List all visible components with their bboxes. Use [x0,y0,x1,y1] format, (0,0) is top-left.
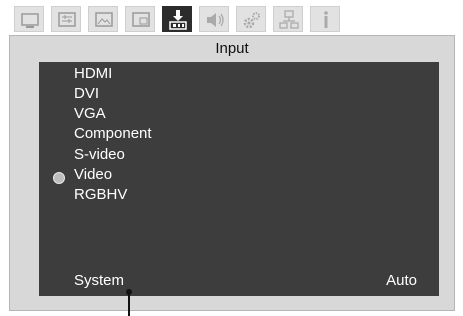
callout-dot [126,289,132,295]
selected-radio-indicator [53,172,65,184]
tab-audio[interactable] [199,6,229,32]
input-option-vga[interactable]: VGA [74,105,106,123]
input-option-dvi[interactable]: DVI [74,85,99,103]
tab-pip[interactable] [125,6,155,32]
tab-image[interactable] [51,6,81,32]
gears-settings-icon [243,12,260,29]
screen-icon [95,12,113,27]
input-download-icon [169,10,187,30]
tab-network[interactable] [273,6,303,32]
image-adjust-icon [58,12,76,27]
tab-settings[interactable] [236,6,266,32]
audio-volume-icon [207,13,224,27]
input-option-component[interactable]: Component [74,125,152,143]
picture-in-picture-icon [132,12,150,27]
input-option-rgbhv[interactable]: RGBHV [74,186,127,204]
input-menu-panel: Input HDMI DVI VGA Component S-video Vid… [9,35,455,311]
system-value[interactable]: Auto [386,272,417,289]
panel-title: Input [215,40,249,57]
callout-line [128,292,130,316]
info-icon [324,11,328,28]
input-option-video[interactable]: Video [74,166,112,184]
input-option-s-video[interactable]: S-video [74,146,125,164]
tab-screen[interactable] [88,6,118,32]
tab-info[interactable] [310,6,340,32]
tab-input[interactable] [162,6,192,32]
network-icon [279,10,299,29]
input-list: HDMI DVI VGA Component S-video Video RGB… [39,62,439,296]
input-option-hdmi[interactable]: HDMI [74,65,112,83]
tab-display[interactable] [14,6,44,32]
monitor-icon [21,13,39,28]
system-label[interactable]: System [74,272,124,289]
